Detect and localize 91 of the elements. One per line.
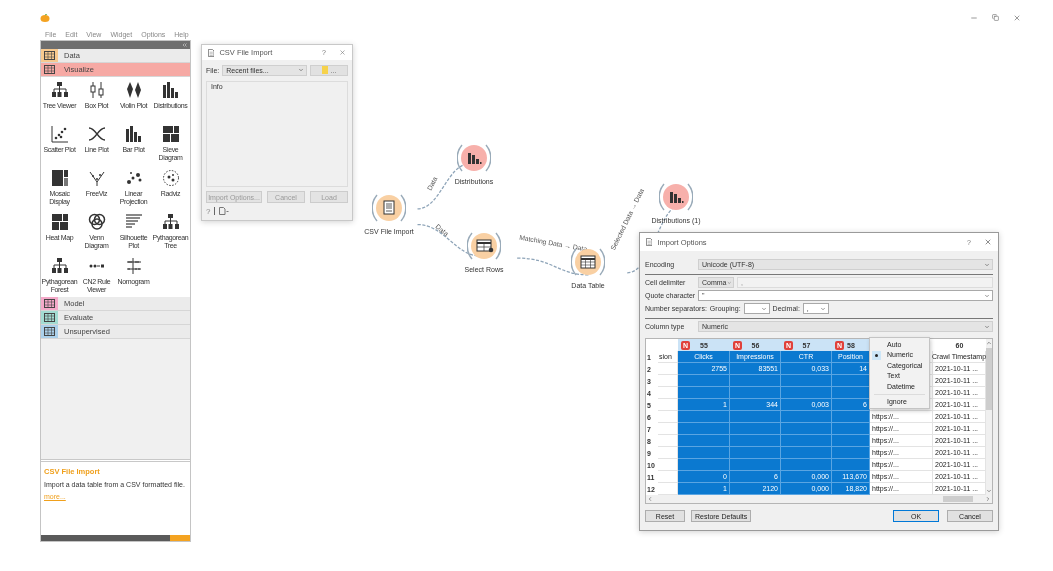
- tree-diagram-icon: [50, 81, 69, 99]
- table-cell: [781, 423, 832, 435]
- table-cell: [832, 387, 870, 399]
- table-cell: [658, 423, 678, 435]
- scrollbar-thumb[interactable]: [986, 348, 992, 410]
- scroll-down-icon[interactable]: [986, 488, 992, 494]
- table-cell: [781, 447, 832, 459]
- document-icon: [208, 48, 215, 57]
- box-plot-icon: [87, 81, 106, 99]
- table-cell: [730, 459, 781, 471]
- category-icon: [44, 327, 55, 336]
- close-icon[interactable]: [1013, 14, 1021, 22]
- category-icon: [44, 51, 55, 60]
- table-cell: [658, 483, 678, 495]
- table-cell: [730, 435, 781, 447]
- table-cell: [781, 459, 832, 471]
- table-cell: [658, 471, 678, 483]
- table-cell: [832, 459, 870, 471]
- table-cell: [781, 387, 832, 399]
- vertical-scrollbar[interactable]: [986, 339, 992, 495]
- scatter-plot-icon: [50, 125, 69, 143]
- table-cell: [730, 411, 781, 423]
- close-icon[interactable]: [339, 49, 346, 56]
- selected-mark-icon: [872, 350, 881, 360]
- mosaic-icon: [50, 169, 69, 187]
- chevron-icon: [984, 323, 990, 330]
- scroll-up-icon[interactable]: [986, 340, 992, 346]
- tree-diagram-icon: [50, 257, 69, 275]
- table-cell: [781, 411, 832, 423]
- table-cell: [658, 399, 678, 411]
- scroll-left-icon[interactable]: [647, 496, 653, 502]
- table-cell: [658, 447, 678, 459]
- chevron-icon: [298, 67, 304, 73]
- table-cell: [658, 435, 678, 447]
- table-cell: [678, 459, 730, 471]
- venn-diagram-icon: [87, 213, 106, 231]
- tree-diagram-icon: [161, 213, 180, 231]
- close-icon[interactable]: [984, 238, 992, 246]
- bar-chart-icon: [124, 125, 143, 143]
- rule-chain-icon: [88, 264, 105, 268]
- table-cell: [781, 435, 832, 447]
- horizontal-scrollbar[interactable]: [646, 495, 992, 503]
- chevron-icon: [726, 279, 731, 286]
- document-icon: [646, 238, 653, 246]
- scrollbar-thumb[interactable]: [943, 496, 973, 502]
- violin-plot-icon: [124, 81, 143, 99]
- restore-icon[interactable]: [992, 14, 999, 21]
- table-cell: [832, 411, 870, 423]
- scroll-right-icon[interactable]: [985, 496, 991, 502]
- radviz-icon: [161, 169, 180, 187]
- table-cell: [678, 411, 730, 423]
- category-icon: [44, 313, 55, 322]
- table-cell: [658, 387, 678, 399]
- chevron-icon: [984, 292, 990, 299]
- projection-icon: [87, 169, 106, 187]
- grid-icon: [161, 125, 180, 143]
- table-cell: [678, 435, 730, 447]
- nomogram-icon: [124, 257, 143, 275]
- table-cell: [730, 447, 781, 459]
- bar-chart-icon: [161, 81, 180, 99]
- minimize-icon[interactable]: [970, 14, 978, 22]
- silhouette-icon: [124, 213, 143, 231]
- app-logo-icon: [40, 14, 50, 22]
- chevron-icon: [760, 305, 767, 312]
- table-cell: [832, 375, 870, 387]
- table-cell: [678, 387, 730, 399]
- table-cell: [781, 375, 832, 387]
- table-cell: [658, 363, 678, 375]
- table-cell: [658, 459, 678, 471]
- category-icon: [44, 299, 55, 308]
- collapse-icon[interactable]: [182, 43, 187, 47]
- table-cell: [658, 375, 678, 387]
- line-plot-icon: [87, 125, 106, 143]
- table-cell: [678, 423, 730, 435]
- table-cell: [730, 375, 781, 387]
- folder-icon: [321, 66, 328, 74]
- category-icon: [44, 65, 55, 74]
- grouping-dropdown[interactable]: [743, 303, 770, 314]
- table-cell: [678, 447, 730, 459]
- table-cell: [730, 423, 781, 435]
- chevron-icon: [984, 261, 990, 268]
- chevron-icon: [819, 305, 826, 312]
- dots-icon: [124, 169, 143, 187]
- table-cell: [730, 387, 781, 399]
- table-cell: [832, 447, 870, 459]
- table-cell: [658, 411, 678, 423]
- output-icon[interactable]: [219, 207, 230, 215]
- grid-icon: [50, 213, 69, 231]
- table-cell: [832, 435, 870, 447]
- table-cell: [832, 423, 870, 435]
- table-cell: [678, 375, 730, 387]
